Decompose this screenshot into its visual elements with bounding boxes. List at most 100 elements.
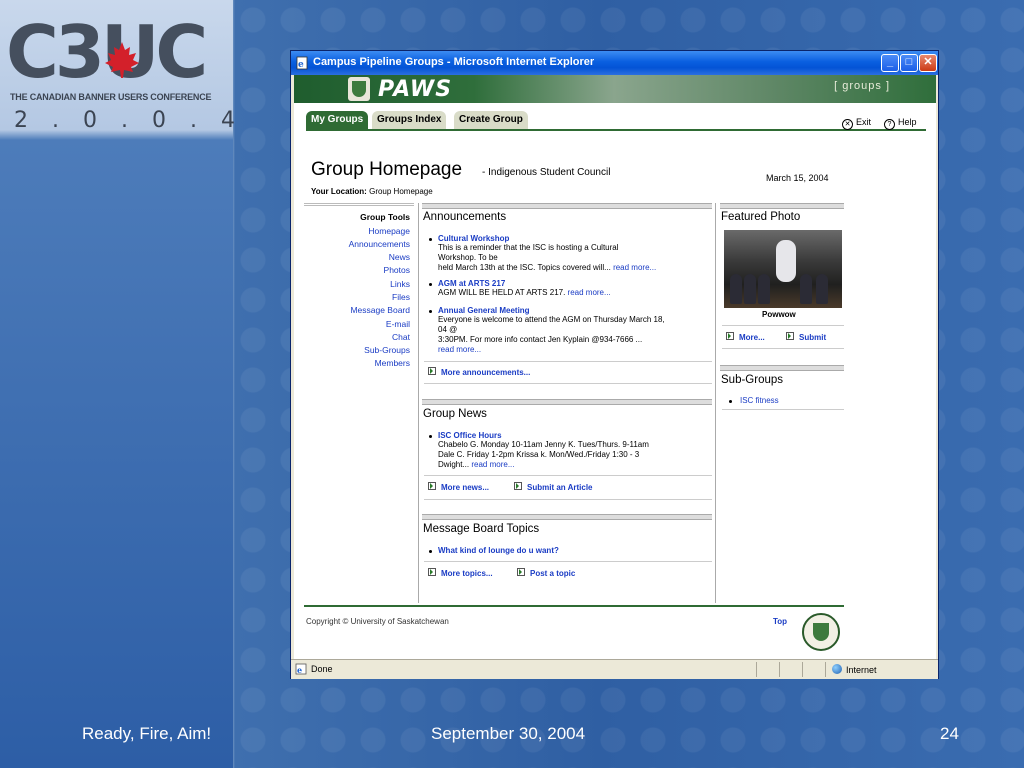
slide-footer-date: September 30, 2004 — [431, 724, 586, 743]
nav-item-announcements[interactable]: Announcements — [349, 239, 410, 249]
arrow-icon — [786, 332, 794, 340]
news-body: Chabelo G. Monday 10-11am Jenny K. Tues/… — [438, 440, 649, 470]
nav-item-news[interactable]: News — [389, 252, 410, 262]
separator — [424, 361, 712, 362]
nav-item-homepage[interactable]: Homepage — [368, 226, 410, 236]
read-more-link[interactable]: read more... — [438, 345, 665, 355]
conference-logo: C3UC THE CANADIAN BANNER USERS CONFERENC… — [6, 12, 235, 133]
nav-item-files[interactable]: Files — [392, 292, 410, 302]
arrow-icon — [726, 332, 734, 340]
logo-year: 2.0.0.4 — [14, 108, 259, 133]
announcement-body: Everyone is welcome to attend the AGM on… — [438, 315, 665, 355]
nav-item-sub-groups[interactable]: Sub-Groups — [364, 345, 410, 355]
announcement-title-cultural-workshop[interactable]: Cultural Workshop — [438, 234, 509, 243]
bullet — [429, 550, 432, 553]
slide-footer-left: Ready, Fire, Aim! — [82, 724, 212, 743]
read-more-link[interactable]: read more... — [471, 460, 514, 469]
post-topic-label: Post a topic — [530, 569, 576, 578]
subgroup-isc-fitness[interactable]: ISC fitness — [740, 396, 779, 405]
university-crest-icon — [348, 77, 370, 101]
news-line: Dwight... read more... — [438, 460, 649, 470]
announcement-title-agm[interactable]: AGM at ARTS 217 — [438, 279, 505, 288]
page-subtitle: - Indigenous Student Council — [482, 167, 611, 178]
page-date: March 15, 2004 — [766, 173, 829, 183]
read-more-link[interactable]: read more... — [568, 288, 611, 297]
announcement-title-annual-meeting[interactable]: Annual General Meeting — [438, 306, 530, 315]
announcement-line: held March 13th at the ISC. Topics cover… — [438, 263, 656, 273]
submit-photo-link[interactable]: Submit — [786, 332, 826, 342]
ie-page-icon: e — [296, 56, 308, 70]
location-label: Your Location: — [311, 187, 367, 196]
separator — [722, 325, 844, 326]
exit-icon: ✕ — [842, 119, 853, 130]
logo-subtitle: THE CANADIAN BANNER USERS CONFERENCE — [10, 92, 212, 102]
board-heading: Message Board Topics — [423, 523, 540, 535]
status-divider — [802, 662, 803, 677]
nav-item-photos[interactable]: Photos — [384, 265, 410, 275]
separator — [424, 499, 712, 500]
announcement-line: Everyone is welcome to attend the AGM on… — [438, 315, 665, 324]
separator — [424, 475, 712, 476]
bullet — [429, 283, 432, 286]
nav-item-chat[interactable]: Chat — [392, 332, 410, 342]
subgroups-bar — [720, 365, 844, 371]
more-photos-label: More... — [739, 333, 765, 342]
window-titlebar[interactable]: e Campus Pipeline Groups - Microsoft Int… — [291, 51, 938, 75]
tab-groups-index[interactable]: Groups Index — [372, 111, 447, 129]
announcements-bar — [422, 203, 712, 209]
news-title-office-hours[interactable]: ISC Office Hours — [438, 431, 502, 440]
arrow-icon — [517, 568, 525, 576]
status-bar: e Done Internet — [291, 659, 938, 679]
maximize-button[interactable]: □ — [900, 54, 918, 72]
exit-link[interactable]: ✕ Exit — [842, 117, 871, 130]
featured-photo[interactable] — [724, 230, 842, 308]
more-announcements-link[interactable]: More announcements... — [428, 367, 530, 377]
minimize-button[interactable]: _ — [881, 54, 899, 72]
help-link[interactable]: ? Help — [884, 117, 917, 130]
submit-article-link[interactable]: Submit an Article — [514, 482, 593, 492]
post-topic-link[interactable]: Post a topic — [517, 568, 575, 578]
nav-item-links[interactable]: Links — [390, 279, 410, 289]
browser-window: e Campus Pipeline Groups - Microsoft Int… — [290, 50, 939, 679]
news-line-text: Dwight... — [438, 460, 470, 469]
window-title: Campus Pipeline Groups - Microsoft Inter… — [313, 56, 595, 68]
photo-caption: Powwow — [762, 310, 796, 319]
announcements-heading: Announcements — [423, 211, 507, 223]
featured-bar — [720, 203, 844, 209]
top-link[interactable]: Top — [773, 617, 787, 626]
location-value: Group Homepage — [369, 187, 433, 196]
svg-text:e: e — [298, 60, 304, 70]
nav-item-message-board[interactable]: Message Board — [350, 305, 410, 315]
announcement-line: 3:30PM. For more info contact Jen Kyplai… — [438, 335, 643, 344]
more-news-link[interactable]: More news... — [428, 482, 489, 492]
nav-heading: Group Tools — [360, 212, 410, 222]
more-topics-link[interactable]: More topics... — [428, 568, 493, 578]
separator — [722, 348, 844, 349]
read-more-link[interactable]: read more... — [613, 263, 656, 272]
tab-create-group[interactable]: Create Group — [454, 111, 528, 129]
university-seal-icon — [802, 613, 840, 651]
announcement-line-text: AGM WILL BE HELD AT ARTS 217. — [438, 288, 566, 297]
board-topic-lounge[interactable]: What kind of lounge do u want? — [438, 546, 559, 555]
nav-item-members[interactable]: Members — [375, 358, 410, 368]
close-button[interactable]: ✕ — [919, 54, 937, 72]
status-divider — [756, 662, 757, 677]
more-announcements-label: More announcements... — [441, 368, 531, 377]
help-label: Help — [898, 117, 917, 127]
status-divider — [825, 662, 826, 677]
announcement-body: AGM WILL BE HELD AT ARTS 217. read more.… — [438, 288, 611, 298]
paws-banner: PAWS [ groups ] — [294, 75, 936, 103]
more-photos-link[interactable]: More... — [726, 332, 765, 342]
tab-my-groups[interactable]: My Groups — [306, 111, 369, 129]
arrow-icon — [428, 568, 436, 576]
arrow-icon — [514, 482, 522, 490]
submit-photo-label: Submit — [799, 333, 827, 342]
board-bar — [422, 514, 712, 520]
nav-item-email[interactable]: E-mail — [386, 319, 410, 329]
news-heading: Group News — [423, 408, 487, 420]
separator — [722, 409, 844, 410]
more-topics-label: More topics... — [441, 569, 493, 578]
bullet — [429, 310, 432, 313]
breadcrumb: Your Location: Group Homepage — [311, 187, 433, 196]
groups-tag: [ groups ] — [834, 80, 890, 92]
